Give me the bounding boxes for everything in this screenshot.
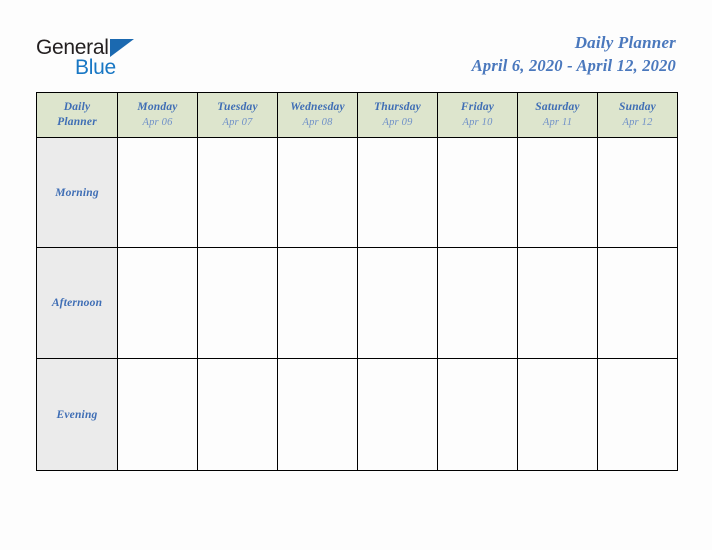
weekly-planner-table: Daily Planner Monday Apr 06 Tuesday Apr … [36, 92, 678, 471]
day-date: Apr 11 [542, 117, 573, 128]
title-block: Daily Planner April 6, 2020 - April 12, … [472, 32, 676, 78]
slot-afternoon-monday[interactable] [117, 247, 198, 359]
slot-afternoon-friday[interactable] [437, 247, 518, 359]
day-name: Saturday [535, 101, 580, 113]
slot-morning-thursday[interactable] [357, 137, 438, 248]
slot-morning-wednesday[interactable] [277, 137, 358, 248]
table-row-morning: Morning [36, 137, 678, 248]
slot-morning-sunday[interactable] [597, 137, 678, 248]
column-header-thursday: Thursday Apr 09 [357, 92, 438, 138]
slot-afternoon-thursday[interactable] [357, 247, 438, 359]
column-header-wednesday: Wednesday Apr 08 [277, 92, 358, 138]
row-label-morning: Morning [36, 137, 118, 248]
slot-morning-friday[interactable] [437, 137, 518, 248]
table-row-evening: Evening [36, 358, 678, 471]
planner-page: General Blue Daily Planner April 6, 2020… [0, 0, 712, 550]
day-name: Wednesday [290, 101, 345, 113]
corner-label-line1: Daily [63, 101, 91, 113]
row-label-afternoon: Afternoon [36, 247, 118, 359]
general-blue-logo: General Blue [36, 36, 236, 84]
column-header-monday: Monday Apr 06 [117, 92, 198, 138]
slot-evening-friday[interactable] [437, 358, 518, 471]
slot-evening-saturday[interactable] [517, 358, 598, 471]
day-name: Tuesday [217, 101, 258, 113]
day-date: Apr 08 [302, 117, 333, 128]
slot-evening-sunday[interactable] [597, 358, 678, 471]
slot-evening-wednesday[interactable] [277, 358, 358, 471]
column-header-sunday: Sunday Apr 12 [597, 92, 678, 138]
slot-afternoon-wednesday[interactable] [277, 247, 358, 359]
day-date: Apr 06 [142, 117, 173, 128]
page-header: General Blue Daily Planner April 6, 2020… [0, 0, 712, 92]
logo-text-blue: Blue [75, 56, 116, 79]
table-row-afternoon: Afternoon [36, 247, 678, 359]
slot-afternoon-sunday[interactable] [597, 247, 678, 359]
row-label-evening: Evening [36, 358, 118, 471]
day-date: Apr 07 [222, 117, 253, 128]
day-date: Apr 12 [622, 117, 653, 128]
column-header-tuesday: Tuesday Apr 07 [197, 92, 278, 138]
day-name: Monday [137, 101, 178, 113]
day-name: Sunday [619, 101, 656, 113]
slot-evening-tuesday[interactable] [197, 358, 278, 471]
slot-morning-saturday[interactable] [517, 137, 598, 248]
slot-morning-tuesday[interactable] [197, 137, 278, 248]
page-title: Daily Planner [574, 33, 676, 52]
triangle-icon [110, 39, 134, 57]
corner-label-line2: Planner [57, 116, 97, 128]
table-corner-cell: Daily Planner [36, 92, 118, 138]
slot-morning-monday[interactable] [117, 137, 198, 248]
slot-evening-monday[interactable] [117, 358, 198, 471]
slot-afternoon-tuesday[interactable] [197, 247, 278, 359]
day-date: Apr 10 [462, 117, 493, 128]
column-header-saturday: Saturday Apr 11 [517, 92, 598, 138]
day-name: Friday [460, 101, 495, 113]
slot-evening-thursday[interactable] [357, 358, 438, 471]
day-name: Thursday [374, 101, 421, 113]
column-header-friday: Friday Apr 10 [437, 92, 518, 138]
slot-afternoon-saturday[interactable] [517, 247, 598, 359]
day-date: Apr 09 [382, 117, 413, 128]
date-range: April 6, 2020 - April 12, 2020 [471, 56, 676, 75]
table-header-row: Daily Planner Monday Apr 06 Tuesday Apr … [36, 92, 678, 138]
